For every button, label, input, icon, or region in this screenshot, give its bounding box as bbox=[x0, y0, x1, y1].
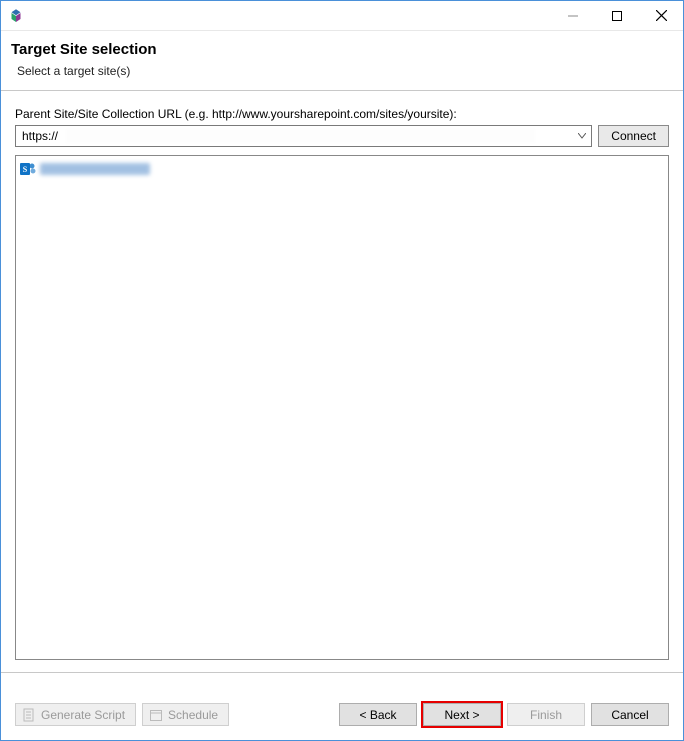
svg-text:S: S bbox=[23, 165, 28, 174]
back-button[interactable]: < Back bbox=[339, 703, 417, 726]
maximize-button[interactable] bbox=[595, 1, 639, 31]
minimize-icon bbox=[568, 11, 578, 21]
site-tree[interactable]: S bbox=[15, 155, 669, 660]
generate-script-label: Generate Script bbox=[41, 708, 125, 722]
redacted-url-segment bbox=[66, 129, 535, 143]
maximize-icon bbox=[612, 11, 622, 21]
calendar-icon bbox=[149, 708, 163, 722]
content-area: Parent Site/Site Collection URL (e.g. ht… bbox=[1, 91, 683, 672]
titlebar bbox=[1, 1, 683, 31]
wizard-footer: Generate Script Schedule < Back Next > F… bbox=[1, 673, 683, 740]
finish-button: Finish bbox=[507, 703, 585, 726]
minimize-button[interactable] bbox=[551, 1, 595, 31]
connect-button[interactable]: Connect bbox=[598, 125, 669, 147]
tree-item-label bbox=[40, 163, 150, 175]
schedule-button: Schedule bbox=[142, 703, 229, 726]
generate-script-button: Generate Script bbox=[15, 703, 136, 726]
sharepoint-icon: S bbox=[20, 161, 36, 177]
url-field-label: Parent Site/Site Collection URL (e.g. ht… bbox=[15, 107, 669, 121]
close-icon bbox=[656, 10, 667, 21]
wizard-header: Target Site selection Select a target si… bbox=[1, 31, 683, 91]
app-icon bbox=[7, 7, 25, 25]
next-button[interactable]: Next > bbox=[423, 703, 501, 726]
close-button[interactable] bbox=[639, 1, 683, 31]
page-title: Target Site selection bbox=[11, 41, 673, 58]
cancel-button[interactable]: Cancel bbox=[591, 703, 669, 726]
script-icon bbox=[22, 708, 36, 722]
url-combobox[interactable] bbox=[15, 125, 592, 147]
schedule-label: Schedule bbox=[168, 708, 218, 722]
tree-item[interactable]: S bbox=[20, 160, 664, 178]
chevron-down-icon[interactable] bbox=[573, 126, 591, 146]
page-subtitle: Select a target site(s) bbox=[11, 64, 673, 78]
